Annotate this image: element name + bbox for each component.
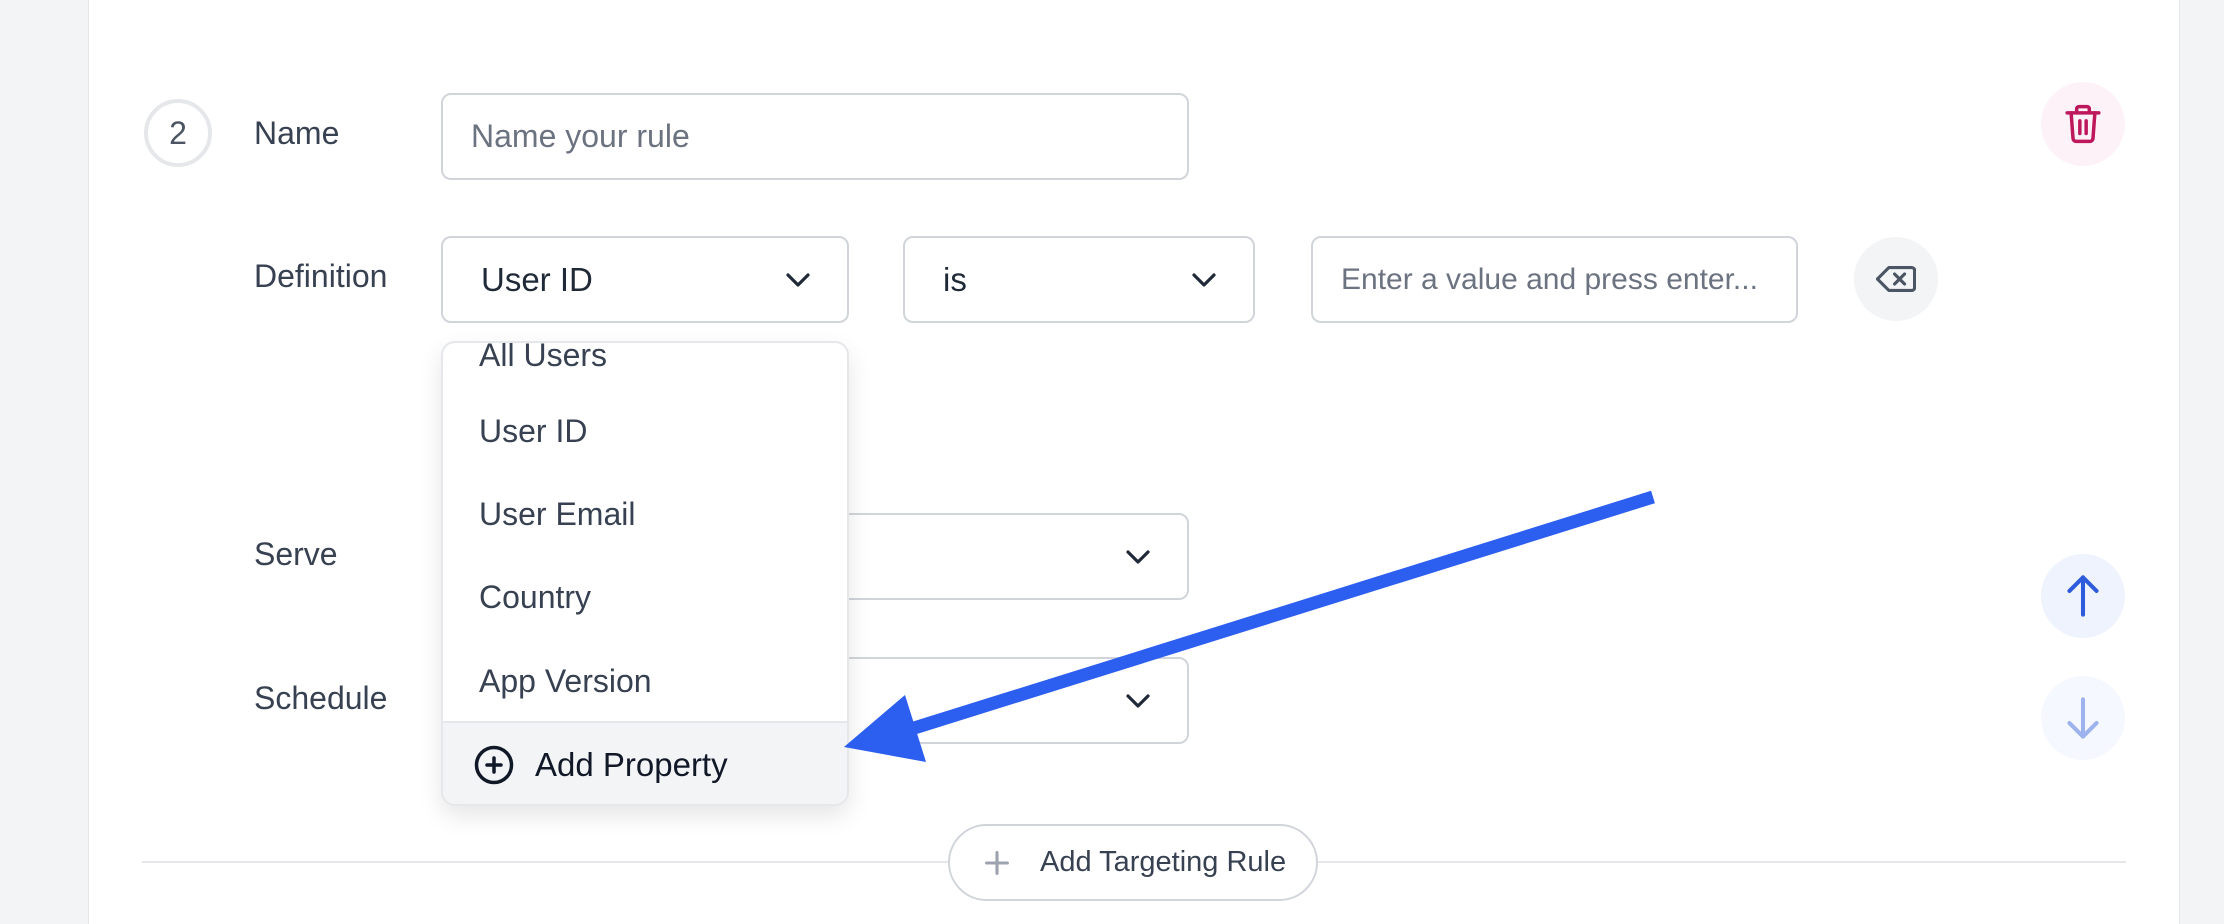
rule-value-input[interactable] [1311, 236, 1798, 323]
arrow-up-icon [2067, 575, 2099, 617]
chevron-down-icon [786, 272, 810, 287]
move-rule-down-button[interactable] [2041, 676, 2125, 760]
add-targeting-rule-label: Add Targeting Rule [1040, 846, 1287, 878]
rule-number: 2 [169, 114, 187, 151]
backspace-icon [1876, 266, 1916, 292]
rule-number-badge: 2 [144, 99, 212, 167]
schedule-label: Schedule [254, 680, 388, 716]
property-dropdown-menu: All Users User ID User Email Country App… [441, 341, 849, 806]
add-property-label: Add Property [535, 745, 728, 783]
property-select-value: User ID [481, 260, 593, 298]
trash-icon [2065, 104, 2101, 144]
clear-value-button[interactable] [1854, 237, 1938, 321]
chevron-down-icon [1192, 272, 1216, 287]
name-label: Name [254, 115, 340, 151]
dropdown-option-app-version[interactable]: App Version [479, 661, 652, 701]
definition-label: Definition [254, 258, 388, 294]
add-property-option[interactable]: Add Property [443, 721, 847, 804]
operator-select-value: is [943, 260, 967, 298]
chevron-down-icon [1126, 549, 1150, 564]
dropdown-option-user-id[interactable]: User ID [479, 411, 587, 451]
delete-rule-button[interactable] [2041, 82, 2125, 166]
rule-name-input[interactable] [441, 93, 1189, 180]
serve-label: Serve [254, 536, 338, 572]
add-targeting-rule-button[interactable]: Add Targeting Rule [948, 824, 1318, 901]
dropdown-option-all-users[interactable]: All Users [479, 343, 607, 375]
dropdown-option-user-email[interactable]: User Email [479, 494, 635, 534]
property-select[interactable]: User ID [441, 236, 849, 323]
plus-icon [985, 850, 1009, 875]
dropdown-option-country[interactable]: Country [479, 577, 591, 617]
plus-circle-icon [474, 745, 514, 784]
chevron-down-icon [1126, 693, 1150, 708]
arrow-down-icon [2067, 697, 2099, 739]
operator-select[interactable]: is [903, 236, 1255, 323]
move-rule-up-button[interactable] [2041, 554, 2125, 638]
